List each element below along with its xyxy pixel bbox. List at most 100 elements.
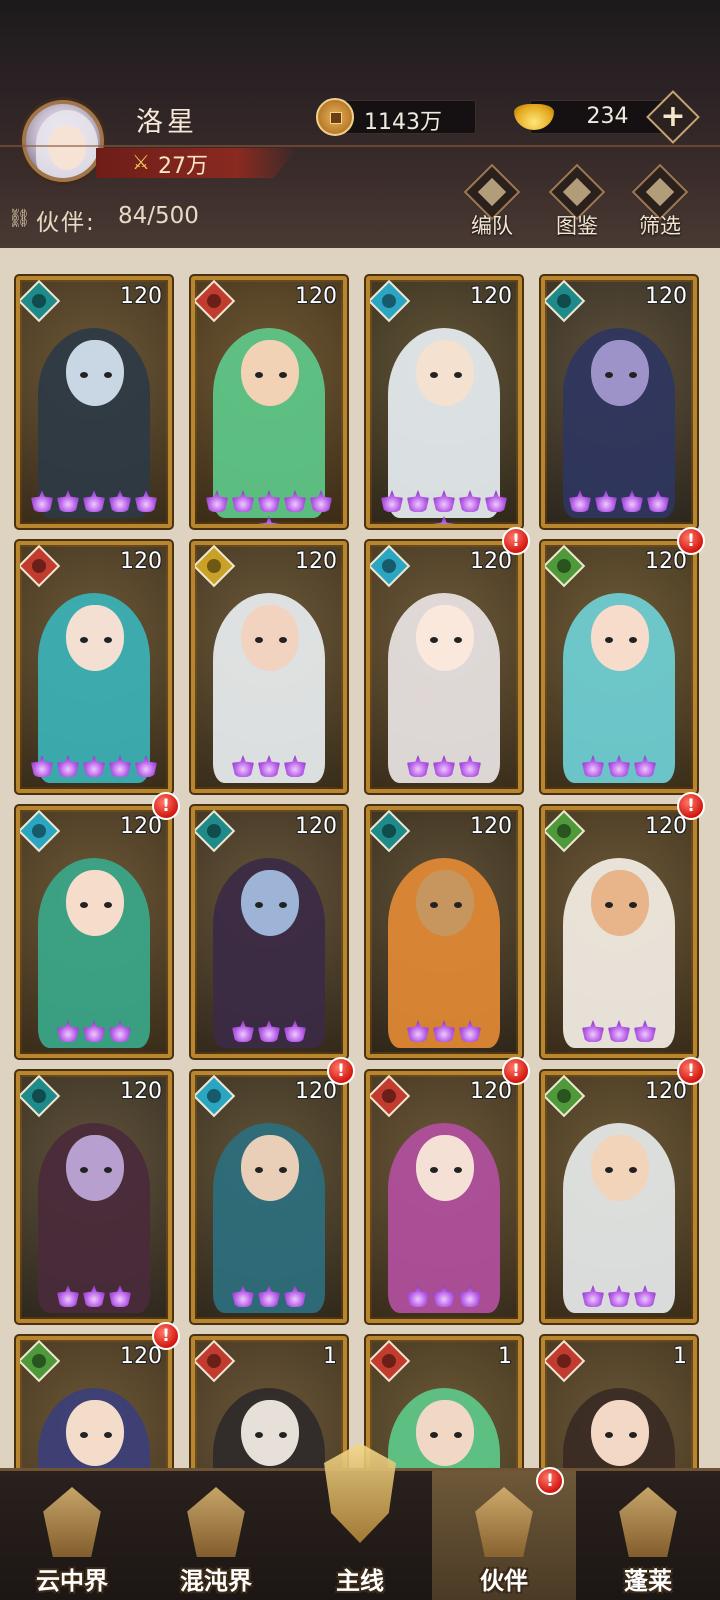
partner-eye — [255, 902, 263, 908]
purple-flame-star-icon — [407, 1285, 429, 1307]
partner-grid: 120 120 120 120 120 120 120! 120! 120! 120 120 120!… — [0, 248, 720, 1468]
nav-chaos-realm[interactable]: 混沌界 — [144, 1471, 288, 1600]
partner-eye — [279, 1167, 287, 1173]
purple-flame-star-icon — [258, 755, 280, 777]
partner-card[interactable]: 120 — [366, 806, 522, 1058]
purple-flame-star-icon — [407, 755, 429, 777]
partner-level: 120 — [645, 1079, 687, 1104]
partner-face — [416, 1400, 474, 1466]
partner-card[interactable]: 1 — [541, 1336, 697, 1468]
add-ingots-button[interactable]: + — [646, 90, 700, 144]
purple-flame-star-icon — [582, 1285, 604, 1307]
nav-label: 蓬莱 — [624, 1567, 672, 1595]
partner-card[interactable]: 120 — [191, 806, 347, 1058]
partner-card[interactable]: 120 — [16, 1336, 172, 1468]
bottom-navigation: 云中界 混沌界 主线 伙伴! 蓬莱 — [0, 1443, 720, 1600]
star-rating — [195, 1285, 343, 1311]
purple-flame-star-icon — [582, 755, 604, 777]
partner-card[interactable]: 120 — [16, 276, 172, 528]
partner-eye — [454, 637, 462, 643]
partner-face — [66, 1135, 124, 1201]
partner-eye — [80, 372, 88, 378]
purple-flame-star-icon — [284, 755, 306, 777]
purple-flame-star-icon — [109, 1020, 131, 1042]
partner-eye — [104, 637, 112, 643]
partners-alert-badge: ! — [536, 1467, 564, 1495]
player-avatar[interactable] — [22, 100, 104, 182]
star-rating — [370, 1020, 518, 1046]
nav-penglai[interactable]: 蓬莱 — [576, 1471, 720, 1600]
purple-flame-star-icon — [284, 490, 306, 512]
partner-card[interactable]: 120 — [366, 276, 522, 528]
purple-flame-star-icon — [459, 755, 481, 777]
purple-flame-star-icon — [83, 490, 105, 512]
star-rating — [20, 1285, 168, 1311]
upgrade-alert-badge: ! — [502, 1057, 530, 1085]
purple-flame-star-icon — [31, 490, 53, 512]
partner-level: 120 — [120, 814, 162, 839]
purple-flame-star-icon — [634, 1020, 656, 1042]
purple-flame-star-icon — [135, 490, 157, 512]
purple-flame-star-icon — [83, 755, 105, 777]
filter-button[interactable]: 筛选 — [628, 163, 692, 242]
purple-flame-star-icon — [258, 1285, 280, 1307]
purple-flame-star-icon — [381, 490, 403, 512]
partner-level: 120 — [295, 549, 337, 574]
star-rating — [370, 1285, 518, 1311]
partner-eye — [430, 902, 438, 908]
star-rating — [20, 1020, 168, 1046]
partner-face — [416, 605, 474, 671]
chaos-realm-icon — [187, 1487, 245, 1557]
partner-eye — [104, 1432, 112, 1438]
partner-eye — [255, 1167, 263, 1173]
nav-cloud-realm[interactable]: 云中界 — [0, 1471, 144, 1600]
nav-label: 混沌界 — [180, 1567, 252, 1595]
purple-flame-star-icon — [232, 1285, 254, 1307]
partner-face — [241, 340, 299, 406]
star-rating — [370, 755, 518, 781]
partner-level: 120 — [645, 549, 687, 574]
partner-card[interactable]: 120 — [366, 541, 522, 793]
purple-flame-star-icon — [634, 1285, 656, 1307]
partner-card[interactable]: 120 — [16, 806, 172, 1058]
partner-card[interactable]: 1 — [366, 1336, 522, 1468]
partner-eye — [605, 1167, 613, 1173]
partner-card[interactable]: 120 — [541, 806, 697, 1058]
partner-card[interactable]: 120 — [191, 1071, 347, 1323]
codex-button-label: 图鉴 — [556, 214, 598, 238]
partner-eye — [255, 1432, 263, 1438]
purple-flame-star-icon — [621, 490, 643, 512]
partner-eye — [430, 1167, 438, 1173]
purple-flame-star-icon — [206, 490, 228, 512]
purple-flame-star-icon — [485, 490, 507, 512]
partner-card[interactable]: 120 — [191, 276, 347, 528]
partner-level: 120 — [120, 284, 162, 309]
partner-eye — [279, 1432, 287, 1438]
partner-card[interactable]: 120 — [191, 541, 347, 793]
partner-card[interactable]: 120 — [16, 541, 172, 793]
partner-card[interactable]: 120 — [16, 1071, 172, 1323]
upgrade-alert-badge: ! — [677, 792, 705, 820]
partner-face — [241, 605, 299, 671]
partner-level: 1 — [673, 1344, 687, 1369]
codex-button[interactable]: 图鉴 — [545, 163, 609, 242]
partner-level: 120 — [120, 1344, 162, 1369]
nav-main-story[interactable]: 主线 — [288, 1443, 432, 1600]
upgrade-alert-badge: ! — [677, 1057, 705, 1085]
partner-card[interactable]: 120 — [541, 1071, 697, 1323]
purple-flame-star-icon — [83, 1020, 105, 1042]
partner-face — [241, 1135, 299, 1201]
nav-partners[interactable]: 伙伴! — [432, 1467, 576, 1600]
purple-flame-star-icon — [109, 755, 131, 777]
cloud-realm-icon — [43, 1487, 101, 1557]
partner-card[interactable]: 120 — [541, 541, 697, 793]
star-rating — [195, 755, 343, 781]
partner-card[interactable]: 120 — [541, 276, 697, 528]
purple-flame-star-icon — [258, 1020, 280, 1042]
partner-card[interactable]: 1 — [191, 1336, 347, 1468]
purple-flame-star-icon — [407, 1020, 429, 1042]
partner-level: 120 — [295, 284, 337, 309]
team-button[interactable]: 编队 — [460, 163, 524, 242]
purple-flame-star-icon — [57, 1285, 79, 1307]
partner-card[interactable]: 120 — [366, 1071, 522, 1323]
